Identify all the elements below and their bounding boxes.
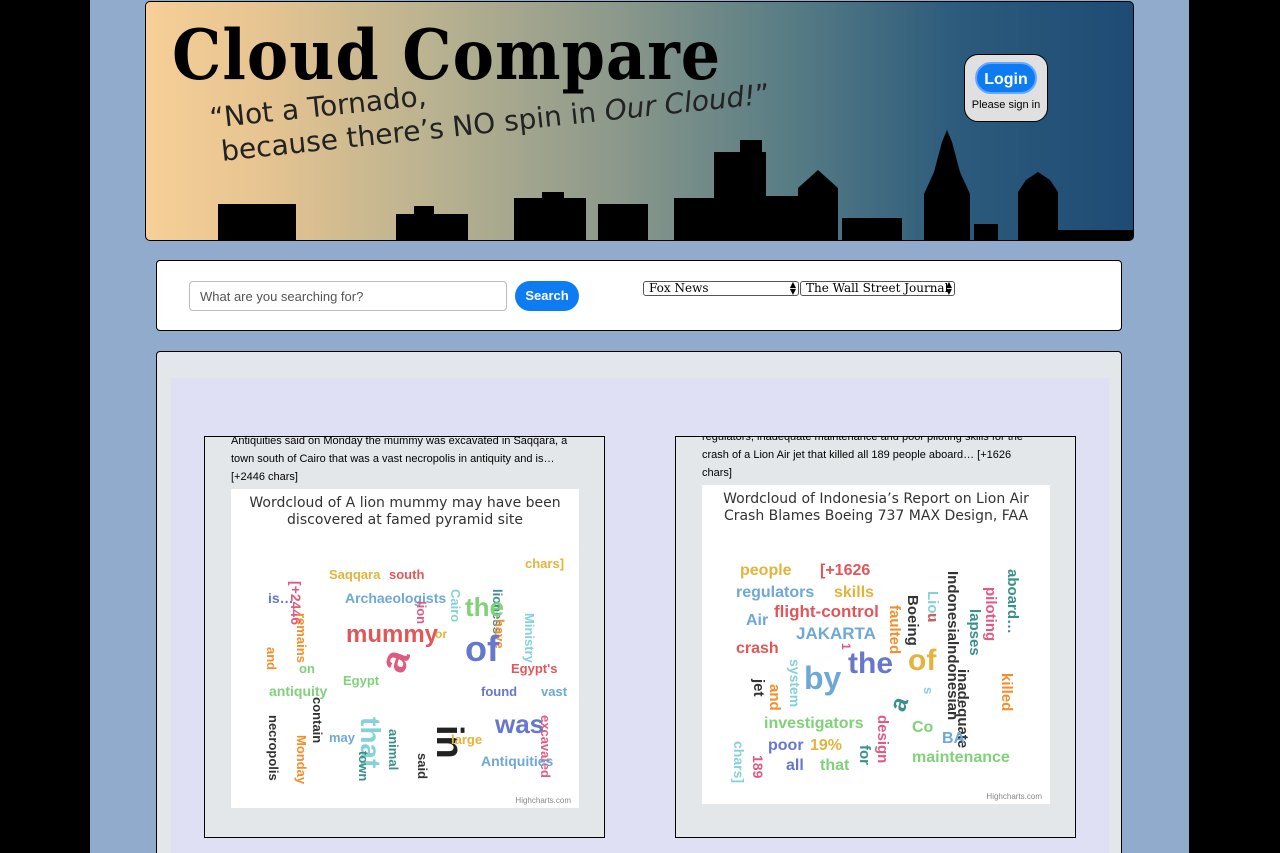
wordcloud-word: crash: [736, 640, 779, 657]
wordcloud-word: Ministry: [522, 613, 537, 664]
wordcloud-word: and: [264, 647, 279, 670]
source-select-left[interactable]: Fox News ▲ ▼: [643, 281, 799, 296]
wordcloud-word: Monday: [294, 735, 309, 785]
wordcloud-word: mummy: [346, 621, 439, 648]
wordcloud-word: for: [856, 745, 873, 765]
select-arrows-icon: ▲ ▼: [789, 281, 796, 296]
wordcloud-word: JAKARTA: [796, 624, 876, 643]
wordcloud-word: 19%: [810, 737, 842, 754]
results-panel: Antiquities said on Monday the mummy was…: [156, 351, 1122, 853]
wordcloud-word: large: [451, 732, 482, 747]
page: Cloud Compare “Not a Tornado, because th…: [90, 0, 1189, 853]
wordcloud-chart: people [+1626 Boeing Lion Indonesialndonesia…: [702, 485, 1050, 804]
wordcloud-word: flight-control: [774, 602, 879, 621]
wordcloud-word: a: [884, 693, 914, 715]
wordcloud-word: Saqqara: [329, 567, 381, 582]
wordcloud-word: killed: [998, 673, 1015, 711]
wordcloud-svg: [+2446Saqqara southCairo lionesschars]is… A…: [264, 556, 568, 785]
article-card-left: Antiquities said on Monday the mummy was…: [204, 436, 605, 838]
wordcloud-word: u: [924, 613, 941, 622]
wordcloud-word: town: [356, 751, 371, 781]
wordcloud-word: remains: [294, 613, 309, 663]
header-banner: Cloud Compare “Not a Tornado, because th…: [145, 1, 1134, 241]
wordcloud-word: is…: [268, 590, 294, 606]
wordcloud-word: said: [415, 753, 430, 779]
wordcloud-word: skills: [834, 584, 874, 601]
select-arrows-icon: ▲ ▼: [945, 281, 952, 296]
search-button[interactable]: Search: [515, 281, 579, 311]
wordcloud-word: piloting: [982, 587, 999, 641]
source-select-left-value: Fox News: [649, 281, 709, 295]
wordcloud-word: lapses: [966, 609, 983, 656]
wordcloud-title: Wordcloud of Indonesia’s Report on Lion …: [723, 491, 1029, 524]
results-area: Antiquities said on Monday the mummy was…: [171, 378, 1109, 853]
login-box: Login Please sign in: [964, 54, 1048, 122]
article-snippet: regulators, inadequate maintenance and p…: [702, 436, 1024, 479]
wordcloud-word: Egypt's: [511, 661, 557, 676]
wordcloud-word: all: [786, 757, 804, 774]
wordcloud-word: chars]: [731, 741, 747, 783]
wordcloud-word: maintenance: [912, 749, 1010, 766]
wordcloud-word: BA: [942, 730, 966, 747]
wordcloud-word: 189: [750, 755, 766, 779]
wordcloud-word: was: [494, 709, 544, 739]
login-hint: Please sign in: [971, 99, 1041, 111]
wordcloud-chart: [+2446 Saqqara south Cairo lioness chars] is… A…: [231, 489, 579, 808]
chart-credits[interactable]: Highcharts.com: [986, 792, 1042, 801]
wordcloud-word: Archaeologists: [345, 590, 446, 606]
wordcloud-word: system: [787, 659, 803, 707]
wordcloud-word: Boeing: [904, 595, 921, 646]
wordcloud-word: south: [389, 567, 424, 582]
wordcloud-svg: people [+1626Boeing Lion Indonesialndonesia…: [731, 562, 1021, 783]
wordcloud-word: s: [921, 687, 936, 694]
wordcloud-word: may: [329, 730, 356, 745]
wordcloud-word: Egypt: [343, 673, 380, 688]
article-card-right: regulators, inadequate maintenance and p…: [675, 436, 1076, 838]
wordcloud-word: investigators: [764, 715, 864, 732]
wordcloud-word: of: [908, 644, 937, 677]
wordcloud-word: poor: [768, 737, 804, 754]
wordcloud-word: Cairo: [448, 589, 463, 622]
wordcloud-title: Wordcloud of A lion mummy may have been …: [249, 495, 561, 528]
source-select-right[interactable]: The Wall Street Journal ▲ ▼: [800, 281, 955, 296]
wordcloud-word: of: [465, 628, 500, 669]
wordcloud-word: chars]: [525, 556, 564, 571]
wordcloud-word: and: [766, 684, 783, 711]
wordcloud-word: [+1626: [820, 562, 870, 579]
login-button[interactable]: Login: [975, 62, 1037, 94]
wordcloud-word: people: [740, 562, 792, 579]
search-panel: Search Fox News ▲▼ The Wall Street Journ…: [156, 260, 1122, 331]
wordcloud-word: that: [820, 757, 850, 774]
wordcloud-word: on: [299, 661, 315, 676]
wordcloud-word: Antiquities: [481, 753, 554, 769]
wordcloud-word: the: [848, 647, 893, 680]
wordcloud-word: Co: [912, 719, 934, 736]
search-input[interactable]: [189, 281, 507, 311]
article-snippet: Antiquities said on Monday the mummy was…: [231, 436, 568, 483]
wordcloud-word: design: [874, 715, 891, 763]
wordcloud-word: regulators: [736, 584, 814, 601]
wordcloud-word: aboard…: [1004, 569, 1021, 634]
wordcloud-word: necropolis: [266, 715, 281, 781]
wordcloud-word: the: [465, 592, 504, 622]
wordcloud-word: found: [481, 684, 517, 699]
wordcloud-word: or: [435, 627, 447, 641]
source-select-right-value: The Wall Street Journal: [806, 281, 949, 295]
wordcloud-word: by: [804, 660, 842, 696]
wordcloud-word: Air: [746, 612, 768, 629]
chart-credits[interactable]: Highcharts.com: [515, 796, 571, 805]
wordcloud-word: jet: [750, 678, 767, 697]
wordcloud-word: vast: [541, 684, 568, 699]
wordcloud-word: contain: [310, 697, 325, 743]
wordcloud-word: animal: [386, 729, 401, 770]
